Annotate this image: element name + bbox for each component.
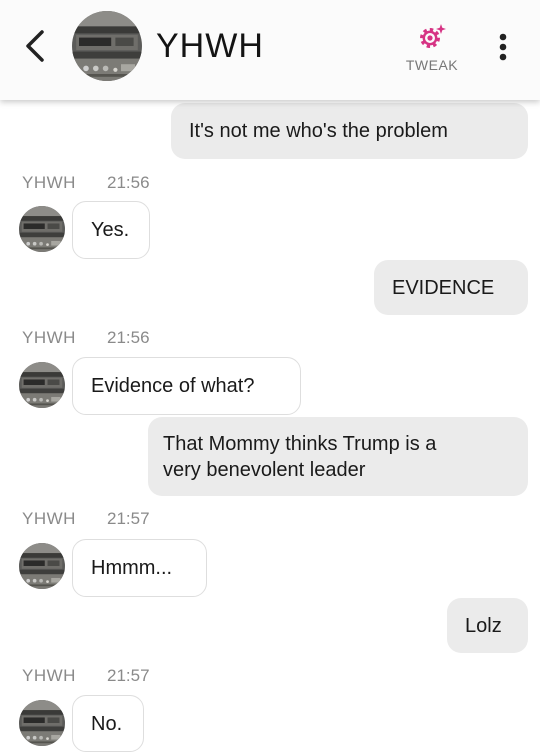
chat-header: YHWH TWEAK (0, 0, 540, 100)
incoming-message[interactable]: Yes. (72, 201, 150, 259)
message-text: EVIDENCE (392, 276, 495, 299)
message-time: 21:57 (107, 666, 150, 685)
message-text: Lolz (465, 614, 502, 637)
sender-name: YHWH (22, 173, 76, 192)
incoming-message[interactable]: Evidence of what? (72, 357, 301, 415)
tweak-button[interactable]: TWEAK (396, 20, 468, 76)
tweak-label: TWEAK (405, 57, 459, 73)
sender-name: YHWH (22, 666, 76, 685)
message-text: Yes. (91, 219, 130, 241)
contact-name[interactable]: YHWH (156, 27, 264, 66)
contact-avatar[interactable] (72, 11, 142, 81)
gear-sparkle-icon (420, 24, 446, 48)
outgoing-message[interactable]: Lolz (447, 598, 528, 653)
message-text: No. (91, 712, 123, 735)
message-text: Hmmm... (91, 557, 173, 579)
outgoing-message[interactable]: That Mommy thinks Trump is a very benevo… (148, 417, 528, 496)
back-button[interactable] (18, 26, 52, 66)
message-time: 21:57 (107, 509, 150, 528)
sender-avatar[interactable] (19, 543, 65, 589)
sender-name: YHWH (22, 509, 76, 528)
incoming-message[interactable]: No. (72, 695, 144, 752)
message-time: 21:56 (107, 328, 150, 347)
incoming-message[interactable]: Hmmm... (72, 539, 207, 597)
more-vertical-icon (499, 33, 507, 61)
chevron-left-icon (26, 30, 44, 62)
sender-avatar[interactable] (19, 206, 65, 252)
message-time: 21:56 (107, 173, 150, 192)
more-menu-button[interactable] (490, 28, 516, 68)
sender-avatar[interactable] (19, 700, 65, 746)
message-text: It's not me who's the problem (189, 120, 448, 142)
message-text-line-2: very benevolent leader (163, 458, 366, 481)
message-text-line-1: That Mommy thinks Trump is a (163, 432, 437, 455)
outgoing-message[interactable]: It's not me who's the problem (171, 103, 528, 159)
sender-avatar[interactable] (19, 362, 65, 408)
outgoing-message[interactable]: EVIDENCE (374, 260, 528, 315)
sender-name: YHWH (22, 328, 76, 347)
message-text: Evidence of what? (91, 375, 255, 397)
